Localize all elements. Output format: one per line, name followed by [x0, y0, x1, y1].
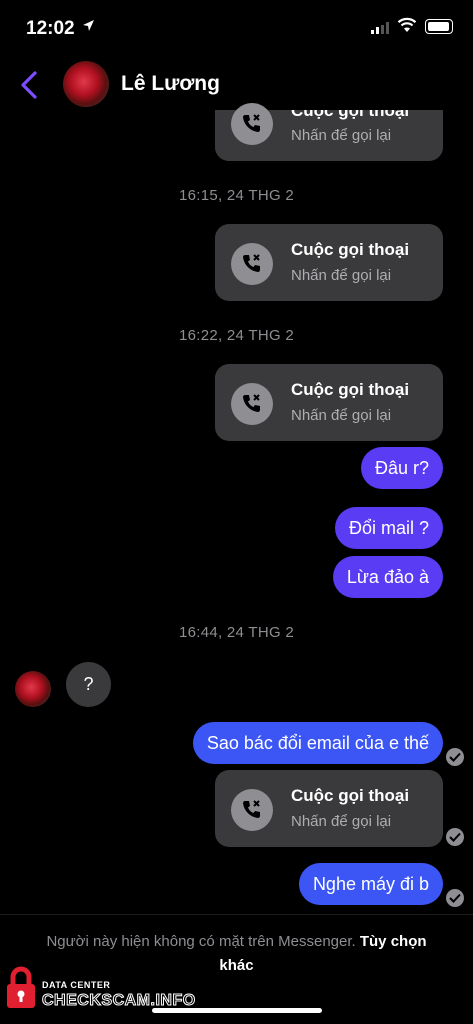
- delivered-check-icon: [446, 748, 464, 766]
- call-title: Cuộc gọi thoại: [291, 786, 410, 805]
- call-subtitle: Nhấn để gọi lại: [291, 127, 392, 144]
- padlock-icon: [7, 966, 35, 1008]
- battery-icon: [425, 19, 453, 34]
- contact-name[interactable]: Lê Lương: [121, 72, 220, 96]
- missed-call-icon: [231, 103, 273, 145]
- timestamp: 16:15, 24 THG 2: [178, 187, 295, 204]
- sent-message[interactable]: Sao bác đổi email của e thế: [192, 722, 443, 764]
- cellular-signal-icon: [371, 22, 389, 34]
- call-title: Cuộc gọi thoại: [291, 240, 410, 259]
- sent-message[interactable]: Lừa đảo à: [332, 556, 443, 598]
- delivered-check-icon: [446, 889, 464, 907]
- missed-call-card[interactable]: Cuộc gọi thoại Nhấn để gọi lại: [215, 364, 443, 441]
- missed-call-icon: [231, 243, 273, 285]
- location-arrow-icon: [83, 20, 94, 31]
- sender-avatar[interactable]: [15, 671, 51, 707]
- timestamp: 16:44, 24 THG 2: [178, 624, 295, 641]
- missed-call-icon: [231, 383, 273, 425]
- divider: [0, 914, 473, 915]
- watermark-line1: DATA CENTER: [42, 980, 111, 990]
- status-time: 12:02: [26, 18, 75, 39]
- watermark-logo: DATA CENTER CHECKSCAM.INFO: [4, 966, 196, 1015]
- home-indicator[interactable]: [152, 1008, 322, 1013]
- wifi-icon: [397, 17, 417, 32]
- unavailable-notice: Người này hiện không có mặt trên Messeng…: [30, 930, 443, 978]
- missed-call-card-partial[interactable]: Cuộc gọi thoại Nhấn để gọi lại: [215, 103, 443, 161]
- call-subtitle: Nhấn để gọi lại: [291, 407, 392, 424]
- call-title: Cuộc gọi thoại: [291, 380, 410, 399]
- unavailable-text: Người này hiện không có mặt trên Messeng…: [46, 933, 356, 950]
- missed-call-card[interactable]: Cuộc gọi thoại Nhấn để gọi lại: [215, 770, 443, 847]
- call-subtitle: Nhấn để gọi lại: [291, 813, 392, 830]
- sent-message[interactable]: Nghe máy đi b: [298, 863, 443, 905]
- sent-message[interactable]: Đổi mail ?: [334, 507, 443, 549]
- delivered-check-icon: [446, 828, 464, 846]
- missed-call-icon: [231, 789, 273, 831]
- timestamp: 16:22, 24 THG 2: [178, 327, 295, 344]
- back-chevron-icon[interactable]: [18, 70, 40, 100]
- call-subtitle: Nhấn để gọi lại: [291, 267, 392, 284]
- sent-message[interactable]: Đâu r?: [360, 447, 443, 489]
- conversation-header-front: Lê Lương: [0, 56, 473, 116]
- missed-call-card[interactable]: Cuộc gọi thoại Nhấn để gọi lại: [215, 224, 443, 301]
- received-message[interactable]: ?: [66, 662, 111, 707]
- contact-avatar[interactable]: [63, 61, 109, 107]
- status-bar: 12:02: [0, 0, 473, 56]
